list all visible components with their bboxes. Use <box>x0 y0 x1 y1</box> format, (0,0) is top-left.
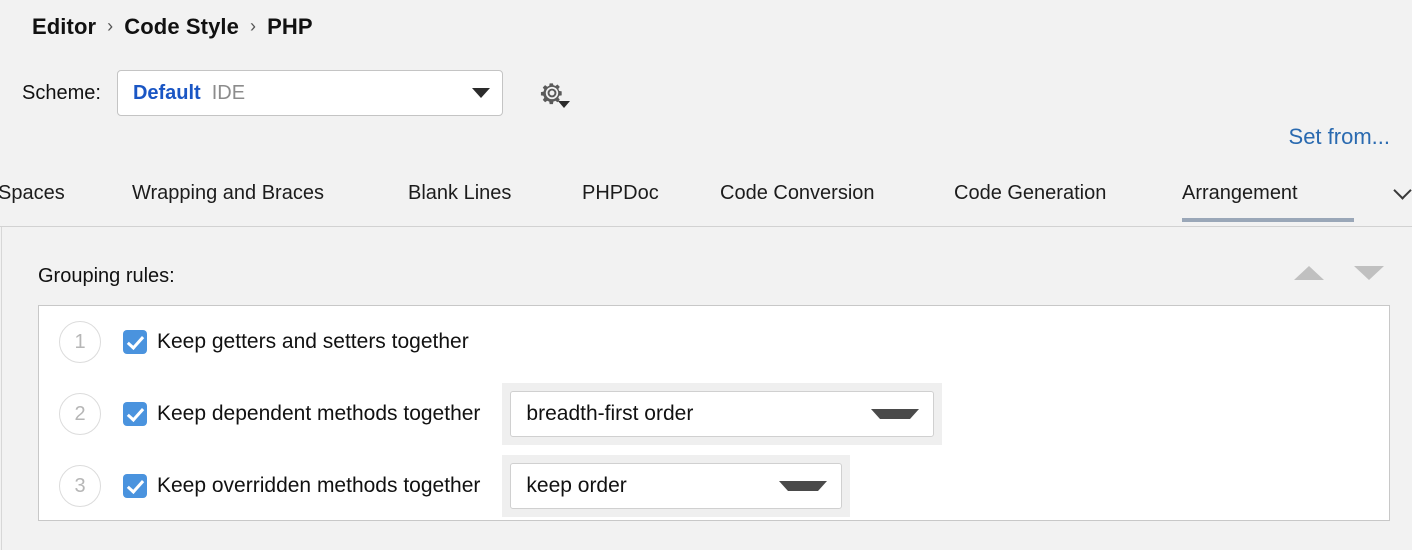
triangle-down-icon[interactable] <box>1354 266 1384 280</box>
rule-checkbox[interactable] <box>123 474 147 498</box>
tab-wrapping-and-braces[interactable]: Wrapping and Braces <box>132 178 362 222</box>
rule-checkbox[interactable] <box>123 402 147 426</box>
rule-index-badge: 3 <box>59 465 101 507</box>
breadcrumb: Editor › Code Style › PHP <box>32 14 313 40</box>
table-row[interactable]: 3 Keep overridden methods together keep … <box>39 450 1389 522</box>
rule-index-badge: 2 <box>59 393 101 435</box>
rule-order-value: keep order <box>526 474 627 497</box>
tab-code-generation[interactable]: Code Generation <box>954 178 1138 222</box>
set-from-link[interactable]: Set from... <box>1289 124 1390 150</box>
scheme-selected-kind: IDE <box>211 81 246 104</box>
table-row[interactable]: 1 Keep getters and setters together <box>39 306 1389 378</box>
code-style-tabbar: Spaces Wrapping and Braces Blank Lines P… <box>0 178 1412 226</box>
chevron-down-icon <box>871 409 920 419</box>
grouping-rules-move-buttons <box>1294 266 1384 280</box>
rule-label: Keep overridden methods together <box>157 474 481 497</box>
tab-spaces[interactable]: Spaces <box>0 178 96 222</box>
rule-content: Keep overridden methods together <box>123 474 480 498</box>
rule-order-value: breadth-first order <box>526 402 694 425</box>
content-left-rule <box>1 227 2 550</box>
breadcrumb-separator-icon: › <box>107 16 114 36</box>
tab-arrangement[interactable]: Arrangement <box>1182 178 1354 222</box>
tab-blank-lines[interactable]: Blank Lines <box>408 178 532 222</box>
rule-checkbox[interactable] <box>123 330 147 354</box>
rule-content: Keep dependent methods together <box>123 402 480 426</box>
tabbar-separator <box>0 226 1412 227</box>
grouping-rules-title: Grouping rules: <box>38 265 175 287</box>
chevron-down-icon <box>779 481 828 491</box>
scheme-settings-button[interactable] <box>535 76 570 110</box>
scheme-label: Scheme: <box>22 81 101 104</box>
rule-index-badge: 1 <box>59 321 101 363</box>
rule-label: Keep getters and setters together <box>157 330 469 353</box>
gear-dropdown-arrow-icon <box>557 101 570 108</box>
rule-order-cell: breadth-first order <box>502 383 943 445</box>
breadcrumb-item-editor[interactable]: Editor <box>32 14 96 40</box>
rule-order-select[interactable]: breadth-first order <box>510 391 935 437</box>
breadcrumb-separator-icon: › <box>249 16 257 36</box>
table-row[interactable]: 2 Keep dependent methods together breadt… <box>39 378 1389 450</box>
rule-order-select[interactable]: keep order <box>510 463 843 509</box>
tab-code-conversion[interactable]: Code Conversion <box>720 178 908 222</box>
scheme-select[interactable]: Default IDE <box>116 70 503 116</box>
triangle-up-icon[interactable] <box>1294 266 1324 280</box>
breadcrumb-item-php: PHP <box>267 14 313 39</box>
grouping-rules-table: 1 Keep getters and setters together 2 Ke… <box>38 305 1390 521</box>
scheme-selected-name: Default <box>132 81 201 104</box>
tab-phpdoc[interactable]: PHPDoc <box>582 178 674 222</box>
breadcrumb-item-code-style[interactable]: Code Style <box>124 14 239 40</box>
rule-order-cell: keep order <box>502 455 851 517</box>
rule-label: Keep dependent methods together <box>157 402 481 425</box>
chevron-down-icon <box>471 88 490 98</box>
scheme-row: Scheme: Default IDE <box>22 70 570 116</box>
rule-content: Keep getters and setters together <box>123 330 469 354</box>
